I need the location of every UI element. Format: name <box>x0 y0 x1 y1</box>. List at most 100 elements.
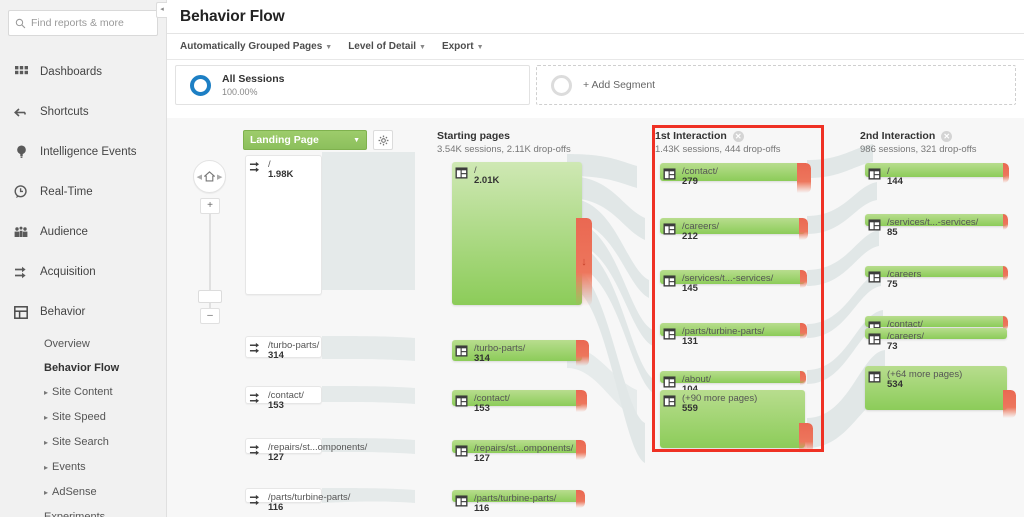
flow-node-value: 75 <box>887 279 898 290</box>
sidebar-subitem-site-speed[interactable]: Site Speed <box>0 405 166 430</box>
clock-icon <box>10 185 32 199</box>
flow-node-value: 85 <box>887 227 898 238</box>
dropoff-bar[interactable] <box>576 390 587 412</box>
dropoff-bar[interactable]: ↓ <box>576 218 592 306</box>
dropoff-bar[interactable] <box>799 423 813 453</box>
sidebar-item-intelligence-events[interactable]: Intelligence Events <box>0 132 166 172</box>
flow-node[interactable]: /about/ 104 <box>660 371 805 383</box>
sidebar-subitem-site-search[interactable]: Site Search <box>0 430 166 455</box>
page-icon <box>455 394 468 412</box>
dropoff-bar[interactable] <box>799 218 808 240</box>
dimension-selector-row: Landing Page ▼ <box>243 130 393 150</box>
zoom-slider-handle[interactable] <box>198 290 222 303</box>
close-icon[interactable]: ✕ <box>733 131 744 142</box>
sidebar-collapse-button[interactable]: ◂ <box>156 2 167 18</box>
chevron-down-icon: ▼ <box>325 44 332 51</box>
dropoff-bar[interactable] <box>1003 266 1008 281</box>
flow-node[interactable]: /parts/turbine-parts/ 116 <box>245 488 322 503</box>
flow-node[interactable]: /parts/turbine-parts/ 131 <box>660 323 805 336</box>
dropoff-bar[interactable] <box>1003 163 1009 183</box>
zoom-out-button[interactable]: – <box>200 308 220 324</box>
grouping-dropdown[interactable]: Automatically Grouped Pages▼ <box>180 41 332 52</box>
chevron-down-icon: ▼ <box>353 137 360 144</box>
page-icon <box>868 332 881 350</box>
flow-node[interactable]: (+64 more pages) 534 <box>865 366 1007 410</box>
sidebar-subitem-experiments[interactable]: Experiments <box>0 505 166 517</box>
dropoff-bar[interactable] <box>1003 390 1016 418</box>
flow-node-value: 116 <box>268 502 283 513</box>
flow-node[interactable]: /contact/ 279 <box>660 163 805 181</box>
flow-node[interactable]: /careers 75 <box>865 266 1007 277</box>
search-box[interactable] <box>8 10 158 36</box>
flow-node[interactable]: /contact/ 153 <box>452 390 582 406</box>
sidebar-item-dashboards[interactable]: Dashboards <box>0 52 166 92</box>
export-dropdown[interactable]: Export▼ <box>442 41 484 52</box>
column-subtitle: 1.43K sessions, 444 drop-offs <box>655 144 781 155</box>
page-header: Behavior Flow <box>167 0 1024 34</box>
main-content: Behavior Flow Automatically Grouped Page… <box>167 0 1024 517</box>
flow-node-value: 153 <box>268 400 284 411</box>
flow-node-value: 127 <box>268 452 284 463</box>
sidebar-subitem-adsense[interactable]: AdSense <box>0 480 166 505</box>
page-icon <box>868 270 881 288</box>
lightbulb-icon <box>10 145 32 159</box>
flow-node[interactable]: /repairs/st...omponents/ 127 <box>452 440 582 453</box>
behavior-submenu: Overview Behavior Flow Site Content Site… <box>0 332 166 517</box>
sidebar-item-behavior[interactable]: Behavior <box>0 292 166 332</box>
sidebar-subitem-site-content[interactable]: Site Content <box>0 380 166 405</box>
flow-node[interactable]: /careers/ 73 <box>865 328 1007 339</box>
page-icon <box>663 274 676 292</box>
flow-node[interactable]: (+90 more pages) 559 <box>660 390 805 448</box>
flow-node[interactable]: /turbo-parts/ 314 <box>245 336 322 358</box>
flow-node[interactable]: /contact/ 75 <box>865 316 1007 327</box>
chevron-right-icon: ▶ <box>217 173 222 181</box>
dropoff-bar[interactable] <box>800 323 807 339</box>
flow-node[interactable]: /careers/ 212 <box>660 218 805 234</box>
flow-node-value: 534 <box>887 379 903 390</box>
dropoff-bar[interactable] <box>576 490 585 508</box>
sidebar-subitem-overview[interactable]: Overview <box>0 332 166 356</box>
search-input[interactable] <box>31 17 151 29</box>
dropoff-bar[interactable] <box>576 440 586 460</box>
column-header-first-interaction: 1st Interaction ✕ 1.43K sessions, 444 dr… <box>655 130 781 155</box>
gear-icon <box>378 135 389 146</box>
arrows-icon <box>249 493 262 511</box>
flow-canvas-inner: ◀ ▶ + – Landing Page ▼ <box>167 118 1024 517</box>
dropoff-bar[interactable] <box>576 340 589 366</box>
flow-node[interactable]: / 2.01K <box>452 162 582 305</box>
sidebar-item-audience[interactable]: Audience <box>0 212 166 252</box>
reset-view-button[interactable]: ◀ ▶ <box>193 160 226 193</box>
sidebar-subitem-behavior-flow[interactable]: Behavior Flow <box>0 356 166 380</box>
segment-ring-icon <box>190 75 211 96</box>
flow-node[interactable]: /services/t...-services/ 145 <box>660 270 805 284</box>
flow-node[interactable]: /services/t...-services/ 85 <box>865 214 1007 226</box>
arrows-icon <box>249 341 262 359</box>
flow-node[interactable]: /repairs/st...omponents/ 127 <box>245 438 322 454</box>
sidebar-item-shortcuts[interactable]: Shortcuts <box>0 92 166 132</box>
flow-node[interactable]: /turbo-parts/ 314 <box>452 340 582 361</box>
dimension-select[interactable]: Landing Page ▼ <box>243 130 367 150</box>
segment-all-sessions[interactable]: All Sessions 100.00% <box>175 65 530 105</box>
flow-node[interactable]: / 144 <box>865 163 1007 177</box>
close-icon[interactable]: ✕ <box>941 131 952 142</box>
dropoff-bar[interactable] <box>797 163 811 193</box>
column-title: 2nd Interaction <box>860 130 935 142</box>
add-segment-label: + Add Segment <box>583 79 655 91</box>
sidebar-item-acquisition[interactable]: Acquisition <box>0 252 166 292</box>
zoom-in-button[interactable]: + <box>200 198 220 214</box>
flow-node-value: 131 <box>682 336 698 347</box>
column-title-row: 2nd Interaction ✕ <box>860 130 977 142</box>
dimension-settings-button[interactable] <box>373 130 393 150</box>
add-segment-button[interactable]: + Add Segment <box>536 65 1016 105</box>
flow-node[interactable]: / 1.98K <box>245 155 322 295</box>
dropoff-bar[interactable] <box>800 371 806 385</box>
sidebar-subitem-events[interactable]: Events <box>0 455 166 480</box>
dropoff-bar[interactable] <box>1003 214 1008 230</box>
flow-canvas[interactable]: ◀ ▶ + – Landing Page ▼ <box>167 118 1024 517</box>
arrows-icon <box>249 160 262 178</box>
dropoff-bar[interactable] <box>800 270 807 288</box>
flow-node[interactable]: /parts/turbine-parts/ 116 <box>452 490 582 502</box>
level-of-detail-dropdown[interactable]: Level of Detail▼ <box>348 41 426 52</box>
flow-node[interactable]: /contact/ 153 <box>245 386 322 404</box>
sidebar-item-real-time[interactable]: Real-Time <box>0 172 166 212</box>
